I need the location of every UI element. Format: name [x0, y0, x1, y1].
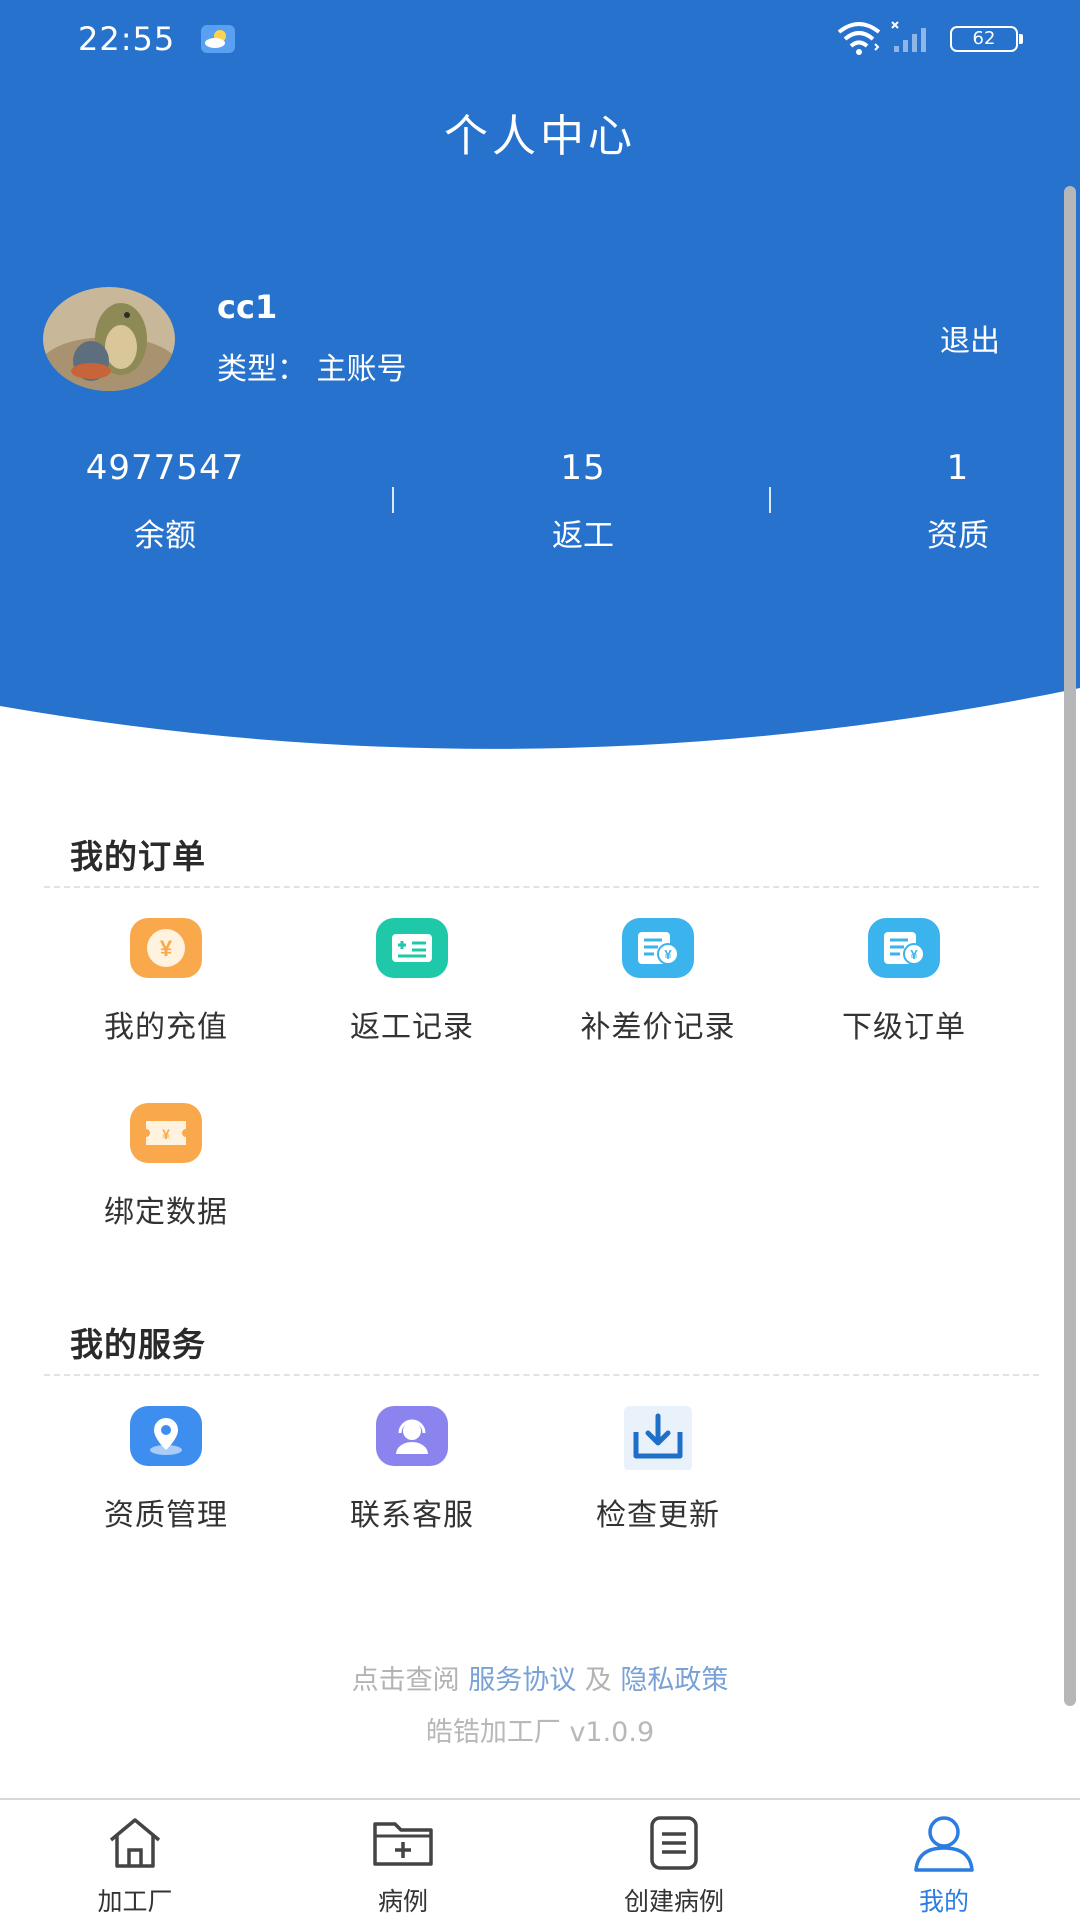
tab-create-case[interactable]: 创建病例	[574, 1812, 774, 1920]
stat-rework[interactable]: 15 返工	[453, 448, 713, 555]
status-bar: 22:55 62	[0, 0, 1080, 80]
battery-level: 62	[972, 28, 996, 49]
tab-factory[interactable]: 加工厂	[35, 1812, 235, 1920]
user-icon	[914, 1816, 974, 1872]
avatar[interactable]	[43, 287, 175, 391]
account-type: 类型： 主账号	[217, 352, 407, 387]
wifi-icon	[837, 22, 881, 55]
tab-cases-label: 病例	[377, 1887, 428, 1916]
customer-service-icon	[376, 1406, 448, 1466]
recharge-yuan-icon: ¥	[130, 918, 202, 978]
price-difference-record-label: 补差价记录	[580, 1010, 736, 1045]
policy-line: 点击查阅 服务协议 及 隐私政策	[0, 1658, 1080, 1697]
recharge-button[interactable]: ¥ 我的充值	[43, 918, 289, 1058]
user-name: cc1	[217, 288, 278, 326]
tab-mine-label: 我的	[918, 1887, 969, 1916]
stat-divider	[392, 487, 394, 513]
check-update-button[interactable]: 检查更新	[535, 1406, 781, 1546]
rework-record-button[interactable]: 返工记录	[289, 918, 535, 1058]
rework-record-icon	[376, 918, 448, 978]
orders-section-title: 我的订单	[70, 837, 206, 876]
qualification-management-label: 资质管理	[104, 1498, 228, 1533]
svg-text:¥: ¥	[664, 947, 672, 962]
folder-plus-icon	[373, 1822, 433, 1866]
stat-qualification[interactable]: 1 资质	[828, 448, 1080, 555]
stat-balance-label: 余额	[134, 518, 196, 554]
privacy-policy-link[interactable]: 隐私政策	[620, 1665, 728, 1696]
tab-create-case-label: 创建病例	[623, 1887, 724, 1916]
stat-rework-value: 15	[560, 448, 606, 488]
policy-prefix: 点击查阅	[351, 1665, 460, 1696]
location-pin-icon	[130, 1406, 202, 1466]
battery-tip	[1019, 34, 1023, 44]
bind-data-button[interactable]: ¥ 绑定数据	[43, 1103, 289, 1243]
rework-record-label: 返工记录	[350, 1010, 474, 1045]
svg-text:¥: ¥	[160, 936, 173, 961]
svg-text:¥: ¥	[910, 947, 918, 962]
tab-cases[interactable]: 病例	[303, 1812, 503, 1920]
stat-qualification-value: 1	[946, 448, 970, 488]
stat-divider	[769, 487, 771, 513]
signal-icon	[891, 21, 926, 52]
sub-order-button[interactable]: ¥ 下级订单	[781, 918, 1027, 1058]
service-agreement-link[interactable]: 服务协议	[468, 1665, 576, 1696]
bottom-tab-bar: 加工厂 病例 创建病例 我的	[0, 1798, 1080, 1920]
logout-button[interactable]: 退出	[940, 316, 1000, 360]
bind-data-ticket-icon: ¥	[130, 1103, 202, 1163]
contact-service-label: 联系客服	[350, 1498, 474, 1533]
price-difference-record-button[interactable]: ¥ 补差价记录	[535, 918, 781, 1058]
price-difference-record-icon: ¥	[622, 918, 694, 978]
services-section-title: 我的服务	[70, 1325, 206, 1364]
contact-service-button[interactable]: 联系客服	[289, 1406, 535, 1546]
orders-divider	[44, 886, 1039, 888]
policy-and: 及	[584, 1665, 612, 1696]
battery-icon: 62	[950, 26, 1018, 52]
stat-rework-label: 返工	[552, 518, 614, 554]
qualification-management-button[interactable]: 资质管理	[43, 1406, 289, 1546]
stat-balance[interactable]: 4977547 余额	[35, 448, 295, 555]
home-icon	[109, 1818, 161, 1868]
check-update-label: 检查更新	[596, 1498, 720, 1533]
weather-icon	[201, 25, 235, 53]
tab-mine[interactable]: 我的	[844, 1812, 1044, 1920]
sub-order-label: 下级订单	[842, 1010, 966, 1045]
scrollbar[interactable]	[1064, 186, 1076, 1706]
stat-balance-value: 4977547	[85, 448, 245, 488]
services-divider	[44, 1374, 1039, 1376]
app-version: 皓锆加工厂 v1.0.9	[425, 1717, 655, 1748]
download-update-icon	[624, 1406, 692, 1470]
status-time: 22:55	[78, 20, 176, 58]
page-title: 个人中心	[444, 111, 636, 162]
recharge-label: 我的充值	[104, 1010, 228, 1045]
sub-order-icon: ¥	[868, 918, 940, 978]
stat-qualification-label: 资质	[927, 518, 989, 554]
bind-data-label: 绑定数据	[104, 1195, 228, 1230]
tab-factory-label: 加工厂	[97, 1887, 173, 1916]
svg-text:¥: ¥	[162, 1126, 170, 1142]
document-list-icon	[650, 1816, 698, 1870]
